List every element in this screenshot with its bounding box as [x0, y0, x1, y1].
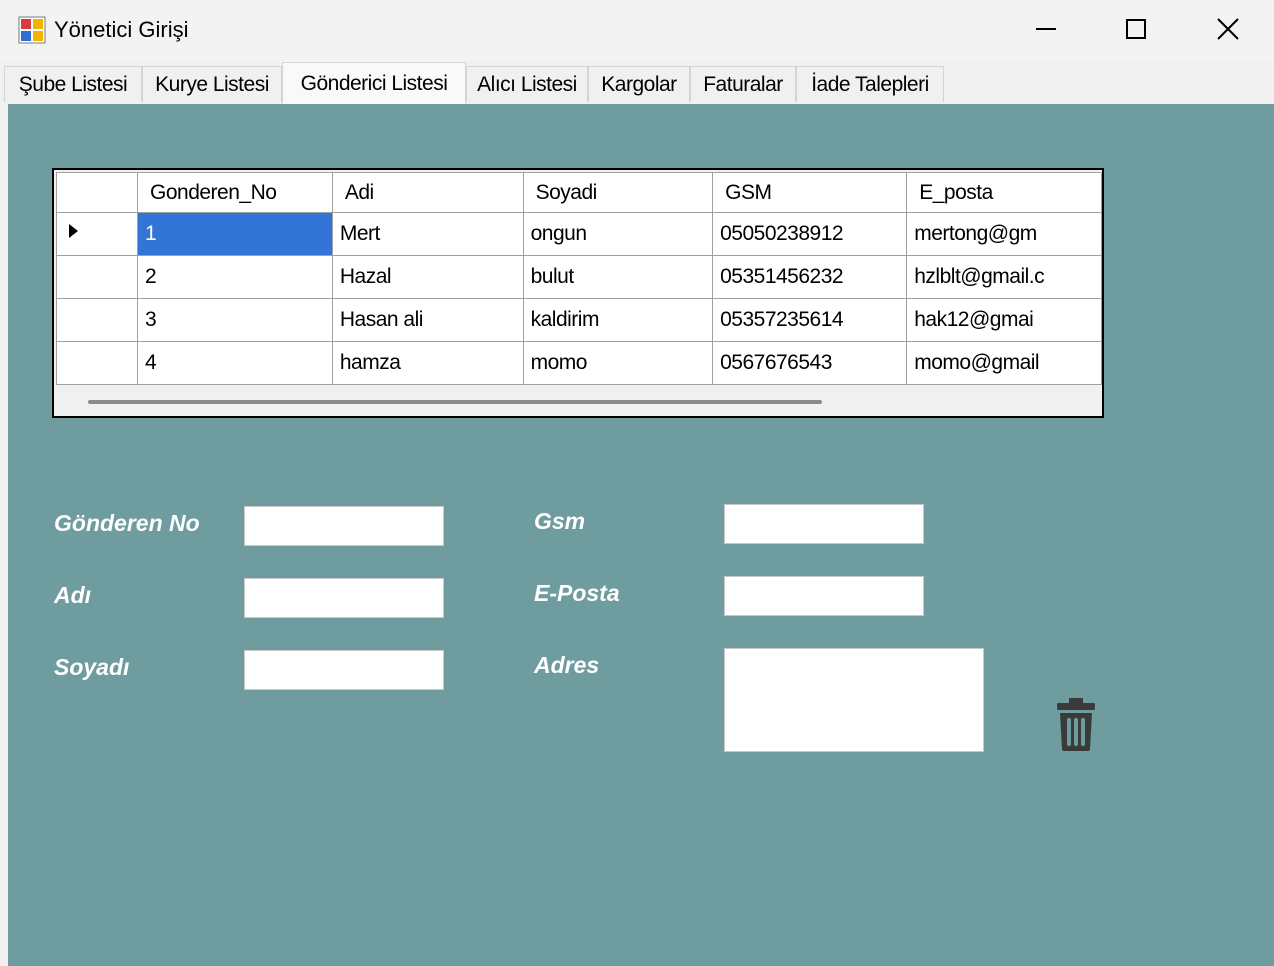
- grid-cell[interactable]: Hazal: [331, 255, 524, 299]
- sender-data-grid[interactable]: Gonderen_No Adi Soyadi GSM E_posta 1 Mer…: [52, 168, 1104, 418]
- gonderen-no-label: Gönderen No: [54, 510, 200, 536]
- table-row[interactable]: 4 hamza momo 0567676543 momo@gmail: [56, 341, 1102, 385]
- maximize-button[interactable]: [1090, 0, 1182, 58]
- horizontal-scroll-thumb[interactable]: [88, 400, 822, 404]
- grid-cell[interactable]: 3: [137, 298, 333, 342]
- close-button[interactable]: [1182, 0, 1274, 58]
- soyadi-label: Soyadı: [54, 654, 130, 680]
- adres-label: Adres: [534, 652, 600, 678]
- close-icon: [1217, 18, 1239, 40]
- table-row[interactable]: 2 Hazal bulut 05351456232 hzlblt@gmail.c: [56, 255, 1102, 299]
- soyadi-field[interactable]: [244, 650, 444, 690]
- grid-cell[interactable]: momo: [522, 341, 714, 385]
- window-title: Yönetici Girişi: [54, 17, 189, 42]
- tab-gonderici-listesi[interactable]: Gönderici Listesi: [282, 62, 466, 104]
- gsm-label: Gsm: [534, 508, 586, 534]
- grid-cell[interactable]: 1: [137, 212, 333, 256]
- row-header[interactable]: [56, 341, 138, 385]
- tab-strip: Şube Listesi Kurye Listesi Gönderici Lis…: [4, 62, 1274, 104]
- maximize-icon: [1126, 19, 1146, 39]
- grid-cell[interactable]: 05351456232: [712, 255, 908, 299]
- grid-cell[interactable]: hak12@gmai: [906, 298, 1102, 342]
- tab-kurye-listesi[interactable]: Kurye Listesi: [142, 66, 282, 102]
- tab-kargolar[interactable]: Kargolar: [588, 66, 690, 102]
- grid-cell[interactable]: 0567676543: [712, 341, 908, 385]
- title-bar: Yönetici Girişi: [0, 0, 1274, 62]
- grid-cell[interactable]: Mert: [331, 212, 524, 256]
- grid-cell[interactable]: kaldirim: [522, 298, 714, 342]
- grid-header-row: Gonderen_No Adi Soyadi GSM E_posta: [56, 172, 1102, 213]
- eposta-field[interactable]: [724, 576, 924, 616]
- grid-cell[interactable]: bulut: [522, 255, 714, 299]
- tab-iade-talepleri[interactable]: İade Talepleri: [796, 66, 944, 102]
- row-header[interactable]: [56, 212, 138, 256]
- grid-cell[interactable]: hzlblt@gmail.c: [906, 255, 1102, 299]
- tab-alici-listesi[interactable]: Alıcı Listesi: [466, 66, 588, 102]
- column-header-adi[interactable]: Adi: [331, 172, 524, 213]
- grid-table: Gonderen_No Adi Soyadi GSM E_posta 1 Mer…: [56, 172, 1102, 385]
- column-header-gonderen-no[interactable]: Gonderen_No: [137, 172, 333, 213]
- column-header-gsm[interactable]: GSM: [712, 172, 908, 213]
- minimize-button[interactable]: [1000, 0, 1092, 58]
- grid-corner-header[interactable]: [56, 172, 138, 213]
- grid-cell[interactable]: 05050238912: [712, 212, 908, 256]
- adi-label: Adı: [54, 582, 92, 608]
- grid-cell[interactable]: hamza: [331, 341, 524, 385]
- gonderen-no-field[interactable]: [244, 506, 444, 546]
- table-row[interactable]: 1 Mert ongun 05050238912 mertong@gm: [56, 212, 1102, 256]
- tab-sube-listesi[interactable]: Şube Listesi: [4, 66, 142, 102]
- trash-icon: [1057, 698, 1095, 751]
- grid-cell[interactable]: 05357235614: [712, 298, 908, 342]
- grid-cell[interactable]: mertong@gm: [906, 212, 1102, 256]
- column-header-soyadi[interactable]: Soyadi: [522, 172, 714, 213]
- gsm-field[interactable]: [724, 504, 924, 544]
- adi-field[interactable]: [244, 578, 444, 618]
- minimize-icon: [1036, 28, 1056, 30]
- adres-field[interactable]: [724, 648, 984, 752]
- grid-cell[interactable]: Hasan ali: [331, 298, 524, 342]
- horizontal-scrollbar[interactable]: [56, 386, 1102, 416]
- row-header[interactable]: [56, 298, 138, 342]
- app-icon: [18, 16, 46, 44]
- tab-faturalar[interactable]: Faturalar: [690, 66, 796, 102]
- table-row[interactable]: 3 Hasan ali kaldirim 05357235614 hak12@g…: [56, 298, 1102, 342]
- delete-button[interactable]: [1052, 694, 1100, 754]
- gonderici-panel: Gonderen_No Adi Soyadi GSM E_posta 1 Mer…: [8, 104, 1274, 966]
- grid-cell[interactable]: 2: [137, 255, 333, 299]
- current-row-arrow-icon: [69, 224, 78, 238]
- grid-cell[interactable]: ongun: [522, 212, 714, 256]
- grid-cell[interactable]: 4: [137, 341, 333, 385]
- grid-cell[interactable]: momo@gmail: [906, 341, 1102, 385]
- column-header-e-posta[interactable]: E_posta: [906, 172, 1102, 213]
- row-header[interactable]: [56, 255, 138, 299]
- eposta-label: E-Posta: [534, 580, 620, 606]
